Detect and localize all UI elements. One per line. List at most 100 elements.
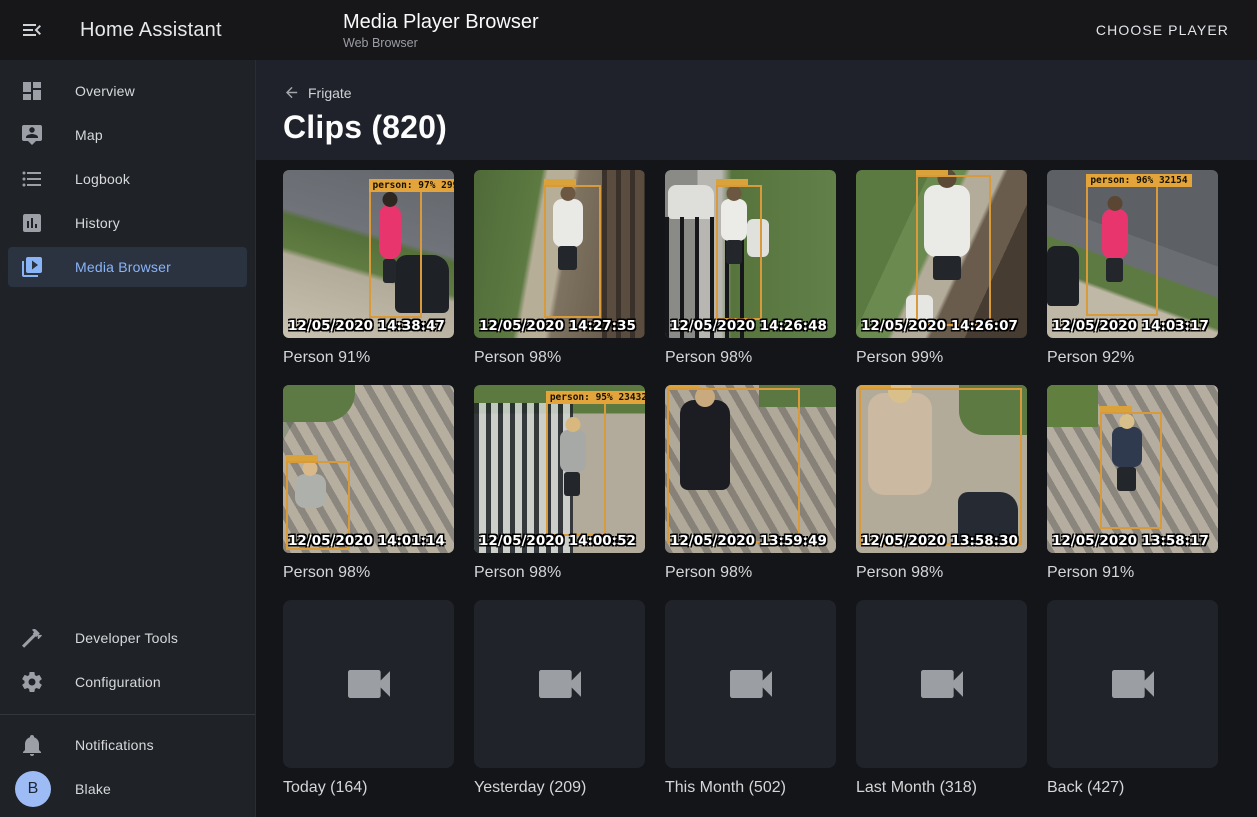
clip-caption: Person 98% bbox=[665, 564, 836, 582]
sidebar-item-label: Map bbox=[75, 127, 103, 143]
clip-thumbnail: 12/05/2020 13:58:30 bbox=[856, 385, 1027, 553]
video-camera-icon bbox=[532, 656, 588, 712]
detection-label: person: 97% 29988 bbox=[369, 179, 455, 192]
detection-label: person: 96% 32154 bbox=[1086, 174, 1191, 187]
choose-player-button[interactable]: CHOOSE PLAYER bbox=[1088, 14, 1237, 46]
clip-card[interactable]: person: 96% 32154 12/05/2020 14:03:17 Pe… bbox=[1047, 170, 1218, 367]
video-camera-icon bbox=[723, 656, 779, 712]
sidebar-item-logbook[interactable]: Logbook bbox=[8, 159, 247, 199]
sidebar-item-label: Notifications bbox=[75, 737, 154, 753]
detection-bounding-box bbox=[859, 388, 1021, 544]
sidebar-item-label: Overview bbox=[75, 83, 135, 99]
clip-card[interactable]: person: 97% 29988 12/05/2020 14:38:47 Pe… bbox=[283, 170, 454, 367]
breadcrumb-back-frigate[interactable]: Frigate bbox=[283, 84, 352, 101]
user-avatar: B bbox=[15, 771, 51, 807]
clip-card[interactable]: 12/05/2020 14:27:35 Person 98% bbox=[474, 170, 645, 367]
clip-timestamp: 12/05/2020 14:00:52 bbox=[479, 533, 636, 549]
clip-card[interactable]: 12/05/2020 14:26:07 Person 99% bbox=[856, 170, 1027, 367]
folder-card-yesterday[interactable]: Yesterday (209) bbox=[474, 600, 645, 797]
clip-caption: Person 98% bbox=[665, 349, 836, 367]
scene-shape bbox=[1047, 246, 1079, 306]
clip-caption: Person 98% bbox=[283, 564, 454, 582]
clips-grid: person: 97% 29988 12/05/2020 14:38:47 Pe… bbox=[283, 170, 1257, 797]
clip-thumbnail: 12/05/2020 14:26:07 bbox=[856, 170, 1027, 338]
sidebar-item-map[interactable]: Map bbox=[8, 115, 247, 155]
folder-label: This Month (502) bbox=[665, 779, 836, 797]
folder-thumbnail bbox=[474, 600, 645, 768]
folder-label: Last Month (318) bbox=[856, 779, 1027, 797]
clip-caption: Person 92% bbox=[1047, 349, 1218, 367]
detection-bounding-box bbox=[544, 185, 600, 318]
scene-shape bbox=[1047, 385, 1098, 427]
top-app-bar: Home Assistant Media Player Browser Web … bbox=[0, 0, 1257, 60]
detection-bounding-box: person: 95% 23432 bbox=[546, 402, 606, 536]
folder-thumbnail bbox=[1047, 600, 1218, 768]
sidebar-item-user[interactable]: B Blake bbox=[8, 769, 247, 809]
clip-timestamp: 12/05/2020 14:27:35 bbox=[479, 318, 636, 334]
detection-bounding-box bbox=[716, 185, 762, 319]
content-header: Frigate Clips (820) bbox=[256, 60, 1257, 160]
sidebar-item-configuration[interactable]: Configuration bbox=[8, 662, 247, 702]
person-marker-icon bbox=[20, 123, 44, 147]
sidebar-item-label: History bbox=[75, 215, 120, 231]
clip-card[interactable]: 12/05/2020 13:58:30 Person 98% bbox=[856, 385, 1027, 582]
user-name: Blake bbox=[75, 781, 111, 797]
sidebar-item-history[interactable]: History bbox=[8, 203, 247, 243]
sidebar-divider bbox=[0, 714, 255, 715]
clip-thumbnail: person: 96% 32154 12/05/2020 14:03:17 bbox=[1047, 170, 1218, 338]
sidebar-nav: Overview Map Logbook History Media Brows… bbox=[0, 60, 255, 291]
folder-label: Today (164) bbox=[283, 779, 454, 797]
folder-thumbnail bbox=[283, 600, 454, 768]
clip-caption: Person 91% bbox=[1047, 564, 1218, 582]
folder-card-this-month[interactable]: This Month (502) bbox=[665, 600, 836, 797]
video-camera-icon bbox=[914, 656, 970, 712]
clip-thumbnail: person: 95% 23432 12/05/2020 14:00:52 bbox=[474, 385, 645, 553]
folder-card-today[interactable]: Today (164) bbox=[283, 600, 454, 797]
clip-card[interactable]: 12/05/2020 13:58:17 Person 91% bbox=[1047, 385, 1218, 582]
folder-thumbnail bbox=[856, 600, 1027, 768]
play-box-multiple-icon bbox=[20, 255, 44, 279]
clip-card[interactable]: 12/05/2020 13:59:49 Person 98% bbox=[665, 385, 836, 582]
detection-bounding-box bbox=[1100, 412, 1162, 530]
main-content: Frigate Clips (820) person: 97% 29988 12… bbox=[256, 60, 1257, 817]
clip-caption: Person 98% bbox=[856, 564, 1027, 582]
gear-icon bbox=[20, 670, 44, 694]
clip-card[interactable]: 12/05/2020 14:01:14 Person 98% bbox=[283, 385, 454, 582]
sidebar-item-media-browser[interactable]: Media Browser bbox=[8, 247, 247, 287]
detection-bounding-box bbox=[667, 388, 800, 543]
video-camera-icon bbox=[341, 656, 397, 712]
app-title: Home Assistant bbox=[80, 19, 222, 42]
menu-open-icon[interactable] bbox=[20, 18, 44, 42]
clip-timestamp: 12/05/2020 13:58:17 bbox=[1052, 533, 1209, 549]
topbar-left: Home Assistant bbox=[0, 18, 256, 42]
sidebar-item-notifications[interactable]: Notifications bbox=[8, 725, 247, 765]
folder-card-last-month[interactable]: Last Month (318) bbox=[856, 600, 1027, 797]
hammer-icon bbox=[20, 626, 44, 650]
breadcrumb-label: Frigate bbox=[308, 85, 352, 101]
detection-label: person: 95% 23432 bbox=[546, 391, 645, 404]
clip-timestamp: 12/05/2020 13:58:30 bbox=[861, 533, 1018, 549]
clip-caption: Person 99% bbox=[856, 349, 1027, 367]
sidebar-item-developer-tools[interactable]: Developer Tools bbox=[8, 618, 247, 658]
clip-thumbnail: 12/05/2020 14:01:14 bbox=[283, 385, 454, 553]
clip-thumbnail: 12/05/2020 13:58:17 bbox=[1047, 385, 1218, 553]
clip-card[interactable]: 12/05/2020 14:26:48 Person 98% bbox=[665, 170, 836, 367]
detection-bounding-box bbox=[916, 175, 991, 326]
page-heading: Clips (820) bbox=[283, 109, 1257, 146]
clip-card[interactable]: person: 95% 23432 12/05/2020 14:00:52 Pe… bbox=[474, 385, 645, 582]
video-camera-icon bbox=[1105, 656, 1161, 712]
clip-timestamp: 12/05/2020 13:59:49 bbox=[670, 533, 827, 549]
clip-caption: Person 91% bbox=[283, 349, 454, 367]
clip-timestamp: 12/05/2020 14:38:47 bbox=[288, 318, 445, 334]
chart-box-icon bbox=[20, 211, 44, 235]
list-bulleted-icon bbox=[20, 167, 44, 191]
clip-thumbnail: person: 97% 29988 12/05/2020 14:38:47 bbox=[283, 170, 454, 338]
sidebar-item-label: Media Browser bbox=[75, 259, 171, 275]
bell-icon bbox=[20, 733, 44, 757]
sidebar-footer: Developer Tools Configuration Notificati… bbox=[0, 614, 255, 817]
folder-card-back[interactable]: Back (427) bbox=[1047, 600, 1218, 797]
clip-timestamp: 12/05/2020 14:01:14 bbox=[288, 533, 445, 549]
clip-caption: Person 98% bbox=[474, 564, 645, 582]
clip-thumbnail: 12/05/2020 13:59:49 bbox=[665, 385, 836, 553]
sidebar-item-overview[interactable]: Overview bbox=[8, 71, 247, 111]
